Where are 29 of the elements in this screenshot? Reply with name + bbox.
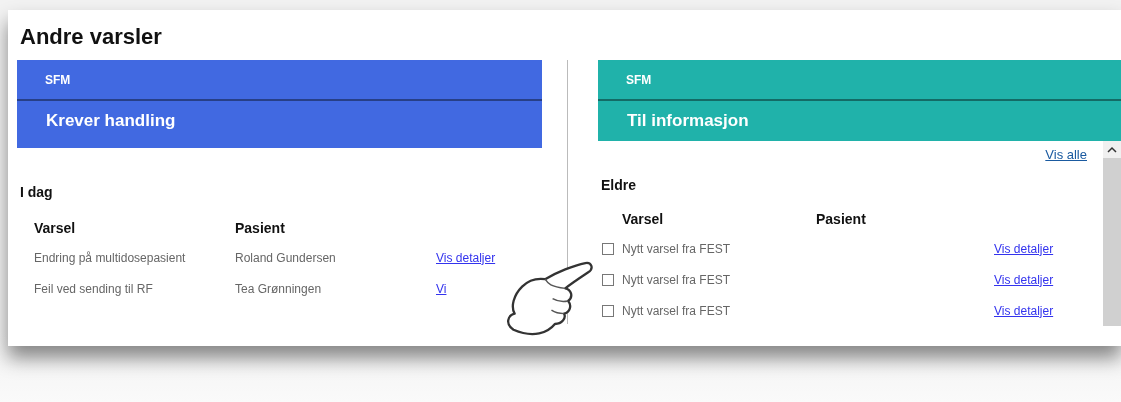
checkbox[interactable]: [602, 304, 614, 317]
panel-heading: Til informasjon: [626, 110, 750, 132]
details-link[interactable]: Vis detaljer: [994, 241, 1054, 256]
patient-name: Roland Gundersen: [235, 250, 336, 265]
alert-text: Feil ved sending til RF: [34, 281, 154, 296]
details-link[interactable]: Vis detaljer: [436, 250, 496, 265]
scrollbar[interactable]: [1103, 141, 1121, 326]
column-header: Pasient: [235, 220, 286, 236]
page-title: Andre varsler: [20, 24, 163, 51]
category-label: SFM: [625, 72, 653, 89]
scroll-up-icon[interactable]: [1103, 141, 1121, 158]
details-link[interactable]: Vi: [436, 281, 447, 296]
alert-text: Endring på multidosepasient: [34, 250, 187, 265]
section-heading: I dag: [20, 184, 54, 202]
checkbox[interactable]: [602, 242, 614, 255]
details-link[interactable]: Vis detaljer: [994, 303, 1054, 318]
alert-text: Nytt varsel fra FEST: [622, 303, 732, 318]
column-header: Pasient: [816, 211, 867, 227]
checkbox[interactable]: [602, 273, 614, 286]
category-label: SFM: [44, 72, 72, 89]
panel-heading: Krever handling: [45, 110, 177, 132]
column-header: Varsel: [34, 220, 77, 236]
alert-text: Nytt varsel fra FEST: [622, 241, 732, 256]
details-link[interactable]: Vis detaljer: [994, 272, 1054, 287]
column-header: Varsel: [622, 211, 665, 227]
view-all-link[interactable]: Vis alle: [1045, 147, 1087, 162]
section-heading: Eldre: [601, 177, 637, 195]
patient-name: Tea Grønningen: [235, 281, 322, 296]
alert-text: Nytt varsel fra FEST: [622, 272, 732, 287]
